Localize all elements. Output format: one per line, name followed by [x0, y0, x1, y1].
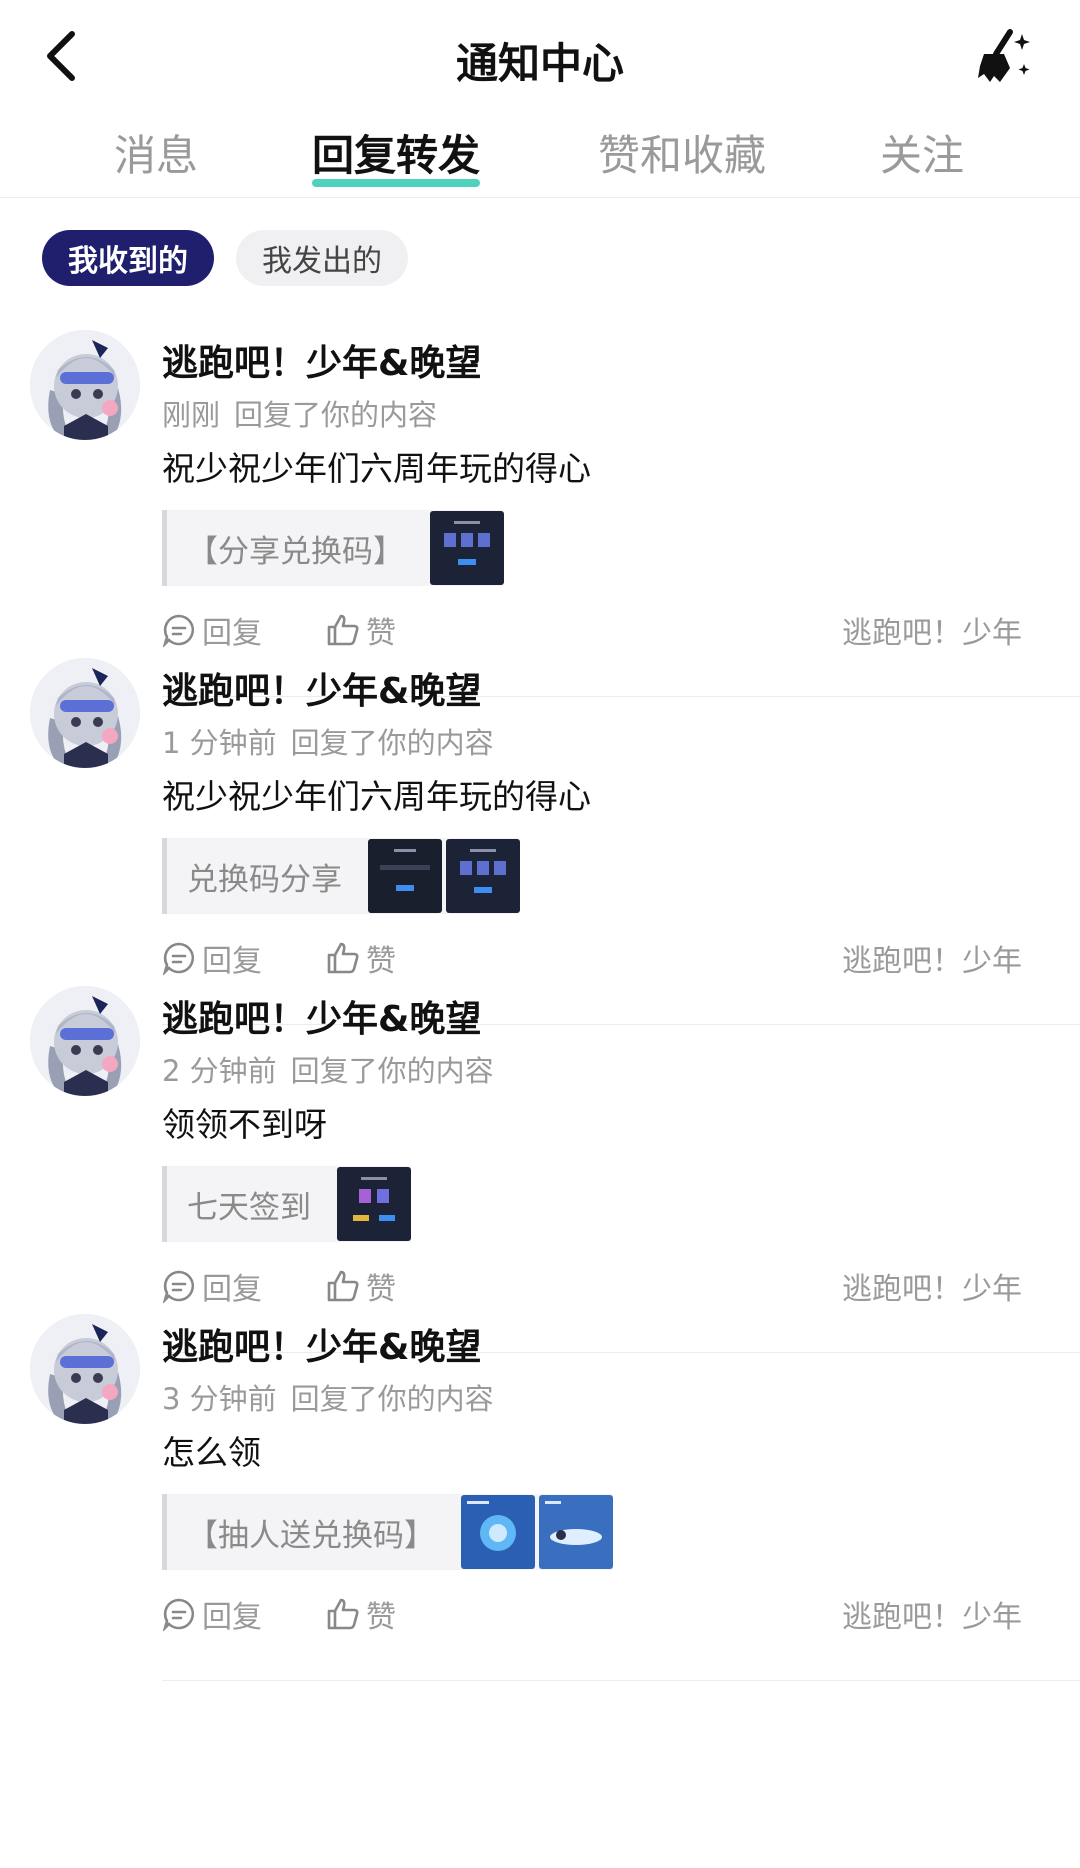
quoted-post[interactable]: 兑换码分享 — [162, 838, 520, 914]
comment-icon — [162, 1598, 195, 1631]
reply-button-label: 回复 — [202, 944, 262, 979]
source-game-link[interactable]: 逃跑吧！少年 — [842, 1264, 1022, 1308]
notification-action: 回复了你的内容 — [290, 1054, 494, 1088]
notification-time: 1 分钟前 — [162, 726, 277, 760]
reply-text: 领领不到呀 — [162, 1105, 327, 1144]
notification-time: 2 分钟前 — [162, 1054, 277, 1088]
like-button-label: 赞 — [366, 1600, 396, 1635]
comment-icon — [162, 614, 195, 647]
avatar-image — [30, 986, 140, 1096]
thumbs-up-icon — [327, 614, 359, 646]
comment-icon — [162, 942, 195, 975]
source-game-link[interactable]: 逃跑吧！少年 — [842, 1592, 1022, 1636]
action-bar: 回复 赞 逃跑吧！少年 — [162, 1264, 1022, 1312]
reply-text: 祝少祝少年们六周年玩的得心 — [162, 449, 591, 488]
like-button[interactable]: 赞 — [326, 936, 396, 980]
thumbs-up-icon — [327, 942, 359, 974]
tab-likes-favorites-label: 赞和收藏 — [598, 131, 767, 180]
quoted-post-title: 【分享兑换码】 — [187, 533, 404, 570]
reply-button[interactable]: 回复 — [162, 936, 262, 980]
like-button-label: 赞 — [366, 1272, 396, 1307]
filter-received-button[interactable]: 我收到的 — [42, 230, 214, 286]
notification-time: 刚刚 — [162, 398, 221, 432]
quoted-post[interactable]: 【分享兑换码】 — [162, 510, 504, 586]
action-bar: 回复 赞 逃跑吧！少年 — [162, 1592, 1022, 1640]
sender-name[interactable]: 逃跑吧！少年&晚望 — [162, 662, 481, 714]
avatar-image — [30, 330, 140, 440]
tab-messages[interactable]: 消息 — [114, 122, 198, 183]
post-thumbnail — [539, 1495, 613, 1569]
tab-follows-label: 关注 — [880, 131, 965, 180]
post-thumbnail — [368, 839, 442, 913]
post-thumbnail — [461, 1495, 535, 1569]
quoted-post[interactable]: 七天签到 — [162, 1166, 411, 1242]
like-button[interactable]: 赞 — [326, 1592, 396, 1636]
filter-sent-button[interactable]: 我发出的 — [236, 230, 408, 286]
avatar-image — [30, 658, 140, 768]
quoted-post-title: 兑换码分享 — [187, 861, 342, 898]
notification-action: 回复了你的内容 — [290, 726, 494, 760]
source-game-link[interactable]: 逃跑吧！少年 — [842, 936, 1022, 980]
notification-action: 回复了你的内容 — [290, 1382, 494, 1416]
quoted-post[interactable]: 【抽人送兑换码】 — [162, 1494, 613, 1570]
filter-group: 我收到的 我发出的 — [42, 230, 408, 286]
top-bar: 通知中心 — [0, 0, 1080, 110]
like-button[interactable]: 赞 — [326, 608, 396, 652]
reply-button[interactable]: 回复 — [162, 1592, 262, 1636]
tab-messages-label: 消息 — [114, 131, 199, 180]
post-thumbnail — [446, 839, 520, 913]
reply-button-label: 回复 — [202, 616, 262, 651]
divider — [162, 1680, 1080, 1681]
like-button[interactable]: 赞 — [326, 1264, 396, 1308]
clear-notifications-button[interactable] — [970, 24, 1034, 88]
avatar[interactable] — [30, 1314, 140, 1424]
avatar-image — [30, 1314, 140, 1424]
page-title: 通知中心 — [455, 39, 624, 88]
reply-button[interactable]: 回复 — [162, 1264, 262, 1308]
broom-sparkle-icon — [978, 29, 1030, 82]
avatar[interactable] — [30, 330, 140, 440]
comment-icon — [162, 1270, 195, 1303]
like-button-label: 赞 — [366, 616, 396, 651]
notification-item[interactable]: 逃跑吧！少年&晚望 3 分钟前 回复了你的内容 怎么领 【抽人送兑换码】 回复 赞… — [0, 1314, 1080, 1704]
tab-replies-forwards-label: 回复转发 — [312, 131, 481, 180]
sender-name[interactable]: 逃跑吧！少年&晚望 — [162, 990, 481, 1042]
source-game-link[interactable]: 逃跑吧！少年 — [842, 608, 1022, 652]
active-tab-indicator — [312, 179, 481, 187]
notification-meta: 3 分钟前 回复了你的内容 — [162, 1376, 494, 1418]
avatar[interactable] — [30, 658, 140, 768]
notification-meta: 1 分钟前 回复了你的内容 — [162, 720, 494, 762]
sender-name[interactable]: 逃跑吧！少年&晚望 — [162, 334, 481, 386]
avatar[interactable] — [30, 986, 140, 1096]
notification-meta: 2 分钟前 回复了你的内容 — [162, 1048, 494, 1090]
action-bar: 回复 赞 逃跑吧！少年 — [162, 936, 1022, 984]
reply-button-label: 回复 — [202, 1272, 262, 1307]
reply-button[interactable]: 回复 — [162, 608, 262, 652]
reply-text: 祝少祝少年们六周年玩的得心 — [162, 777, 591, 816]
tab-likes-favorites[interactable]: 赞和收藏 — [598, 122, 766, 183]
quoted-post-title: 七天签到 — [187, 1189, 311, 1226]
quoted-post-title: 【抽人送兑换码】 — [187, 1517, 435, 1554]
sender-name[interactable]: 逃跑吧！少年&晚望 — [162, 1318, 481, 1370]
notification-action: 回复了你的内容 — [234, 398, 438, 432]
tab-follows[interactable]: 关注 — [880, 122, 964, 183]
reply-button-label: 回复 — [202, 1600, 262, 1635]
thumbs-up-icon — [327, 1598, 359, 1630]
thumbs-up-icon — [327, 1270, 359, 1302]
reply-text: 怎么领 — [162, 1433, 261, 1472]
tab-bar: 消息 回复转发 赞和收藏 关注 — [0, 112, 1080, 198]
notification-meta: 刚刚 回复了你的内容 — [162, 392, 437, 434]
like-button-label: 赞 — [366, 944, 396, 979]
post-thumbnail — [337, 1167, 411, 1241]
notification-time: 3 分钟前 — [162, 1382, 277, 1416]
action-bar: 回复 赞 逃跑吧！少年 — [162, 608, 1022, 656]
post-thumbnail — [430, 511, 504, 585]
tab-replies-forwards[interactable]: 回复转发 — [312, 122, 481, 187]
